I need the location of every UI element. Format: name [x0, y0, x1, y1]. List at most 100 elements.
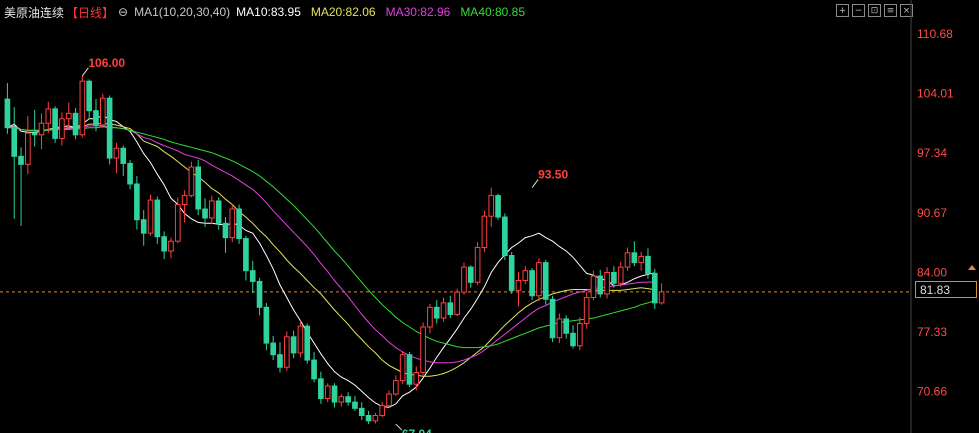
candle-body [597, 275, 604, 295]
candle-body [542, 262, 549, 300]
candle-body [11, 127, 18, 157]
candle-body [222, 222, 229, 239]
candle-body [358, 407, 365, 416]
y-tick-label: 77.33 [917, 325, 947, 339]
candle-body [202, 208, 208, 219]
candle-body [324, 385, 331, 400]
candle-body [481, 215, 488, 248]
candle-body [283, 336, 290, 368]
candle-body [583, 297, 590, 324]
y-axis: 110.68 104.01 97.34 90.67 84.00 77.33 70.66 [917, 27, 954, 399]
candle-body [99, 97, 106, 126]
candle-body [304, 325, 311, 361]
candle-body [393, 380, 399, 395]
candle-body [338, 396, 345, 403]
candle-body [263, 306, 270, 344]
candle-body [256, 280, 263, 308]
candle-body [467, 266, 474, 283]
candle-body [188, 166, 195, 197]
annotation-label: 106.00 [88, 56, 125, 70]
candle-body [508, 254, 515, 291]
candle-body [372, 414, 379, 422]
y-tick-label: 90.67 [917, 206, 947, 220]
candle-body [536, 262, 542, 297]
candle-body [249, 270, 256, 282]
candle-body [440, 302, 447, 319]
candle-body [38, 122, 45, 136]
candle-body [454, 291, 460, 315]
kline-chart[interactable]: 美原油连续 【日线】 ⊖ MA1(10,20,30,40) MA10:83.95… [0, 0, 979, 433]
candle-body [93, 110, 99, 126]
candle-body [113, 147, 120, 159]
candle-body [195, 166, 202, 210]
price-plot[interactable]: 110.68 104.01 97.34 90.67 84.00 77.33 70.66 10… [0, 0, 979, 433]
candle-body [433, 306, 440, 319]
price-marker-caret-icon [968, 265, 976, 270]
candle-body [59, 118, 65, 139]
candle-body [270, 342, 276, 356]
candle-body [311, 359, 317, 380]
candle-body [495, 195, 501, 218]
candle-body [154, 199, 161, 238]
candle-body [365, 414, 372, 422]
candle-body [4, 98, 11, 129]
candle-body [379, 405, 386, 416]
candle-body [611, 271, 617, 284]
candle-body [147, 199, 154, 234]
candle-body [577, 322, 583, 347]
candle-body [502, 216, 508, 256]
ma20-line [7, 122, 655, 377]
y-tick-label: 104.01 [917, 87, 954, 101]
candle-body [556, 318, 563, 339]
candle-body [345, 396, 351, 403]
candle-body [229, 208, 236, 239]
ma10-line [7, 114, 655, 408]
candle-body [127, 162, 133, 185]
candle-body [617, 266, 624, 284]
candle-body [413, 372, 420, 385]
candle-body [406, 354, 413, 385]
y-tick-label: 84.00 [917, 265, 947, 279]
candle-body [638, 255, 644, 264]
ma-lines [7, 114, 655, 408]
candle-body [386, 393, 392, 407]
candle-body [645, 255, 651, 274]
candle-body [420, 326, 426, 374]
candle-body [570, 332, 576, 347]
candle-body [624, 252, 631, 268]
candle-body [65, 112, 72, 120]
candle-body [427, 306, 433, 328]
candle-body [86, 80, 92, 112]
ma40-line [7, 126, 655, 349]
candle-body [631, 252, 638, 264]
candle-body [488, 195, 495, 217]
candle-body [563, 318, 570, 334]
annotation-label: 93.50 [538, 168, 568, 182]
candle-body [474, 246, 481, 283]
candle-body [140, 219, 147, 234]
candle-body [209, 200, 215, 219]
current-price-badge: 81.83 [915, 281, 977, 298]
candle-body [399, 354, 406, 382]
y-tick-label: 70.66 [917, 385, 947, 399]
candle-body [215, 200, 222, 224]
candle-body [52, 108, 58, 139]
candle-body [331, 385, 338, 403]
candle-body [549, 298, 556, 339]
candle-body [134, 183, 140, 221]
candle-body [106, 97, 113, 159]
candle-body [515, 280, 522, 291]
candle-body [31, 132, 38, 136]
candle-body [181, 195, 188, 206]
candle-body [352, 401, 358, 409]
candle-body [651, 272, 658, 304]
candle-body [318, 378, 324, 400]
candle-body [120, 147, 127, 164]
candle-body [161, 236, 167, 252]
candle-body [277, 354, 283, 368]
y-tick-label: 110.68 [917, 27, 953, 41]
candle-body [174, 204, 181, 242]
candle-body [18, 155, 24, 165]
candle-body [25, 132, 31, 165]
candle-body [590, 275, 597, 299]
